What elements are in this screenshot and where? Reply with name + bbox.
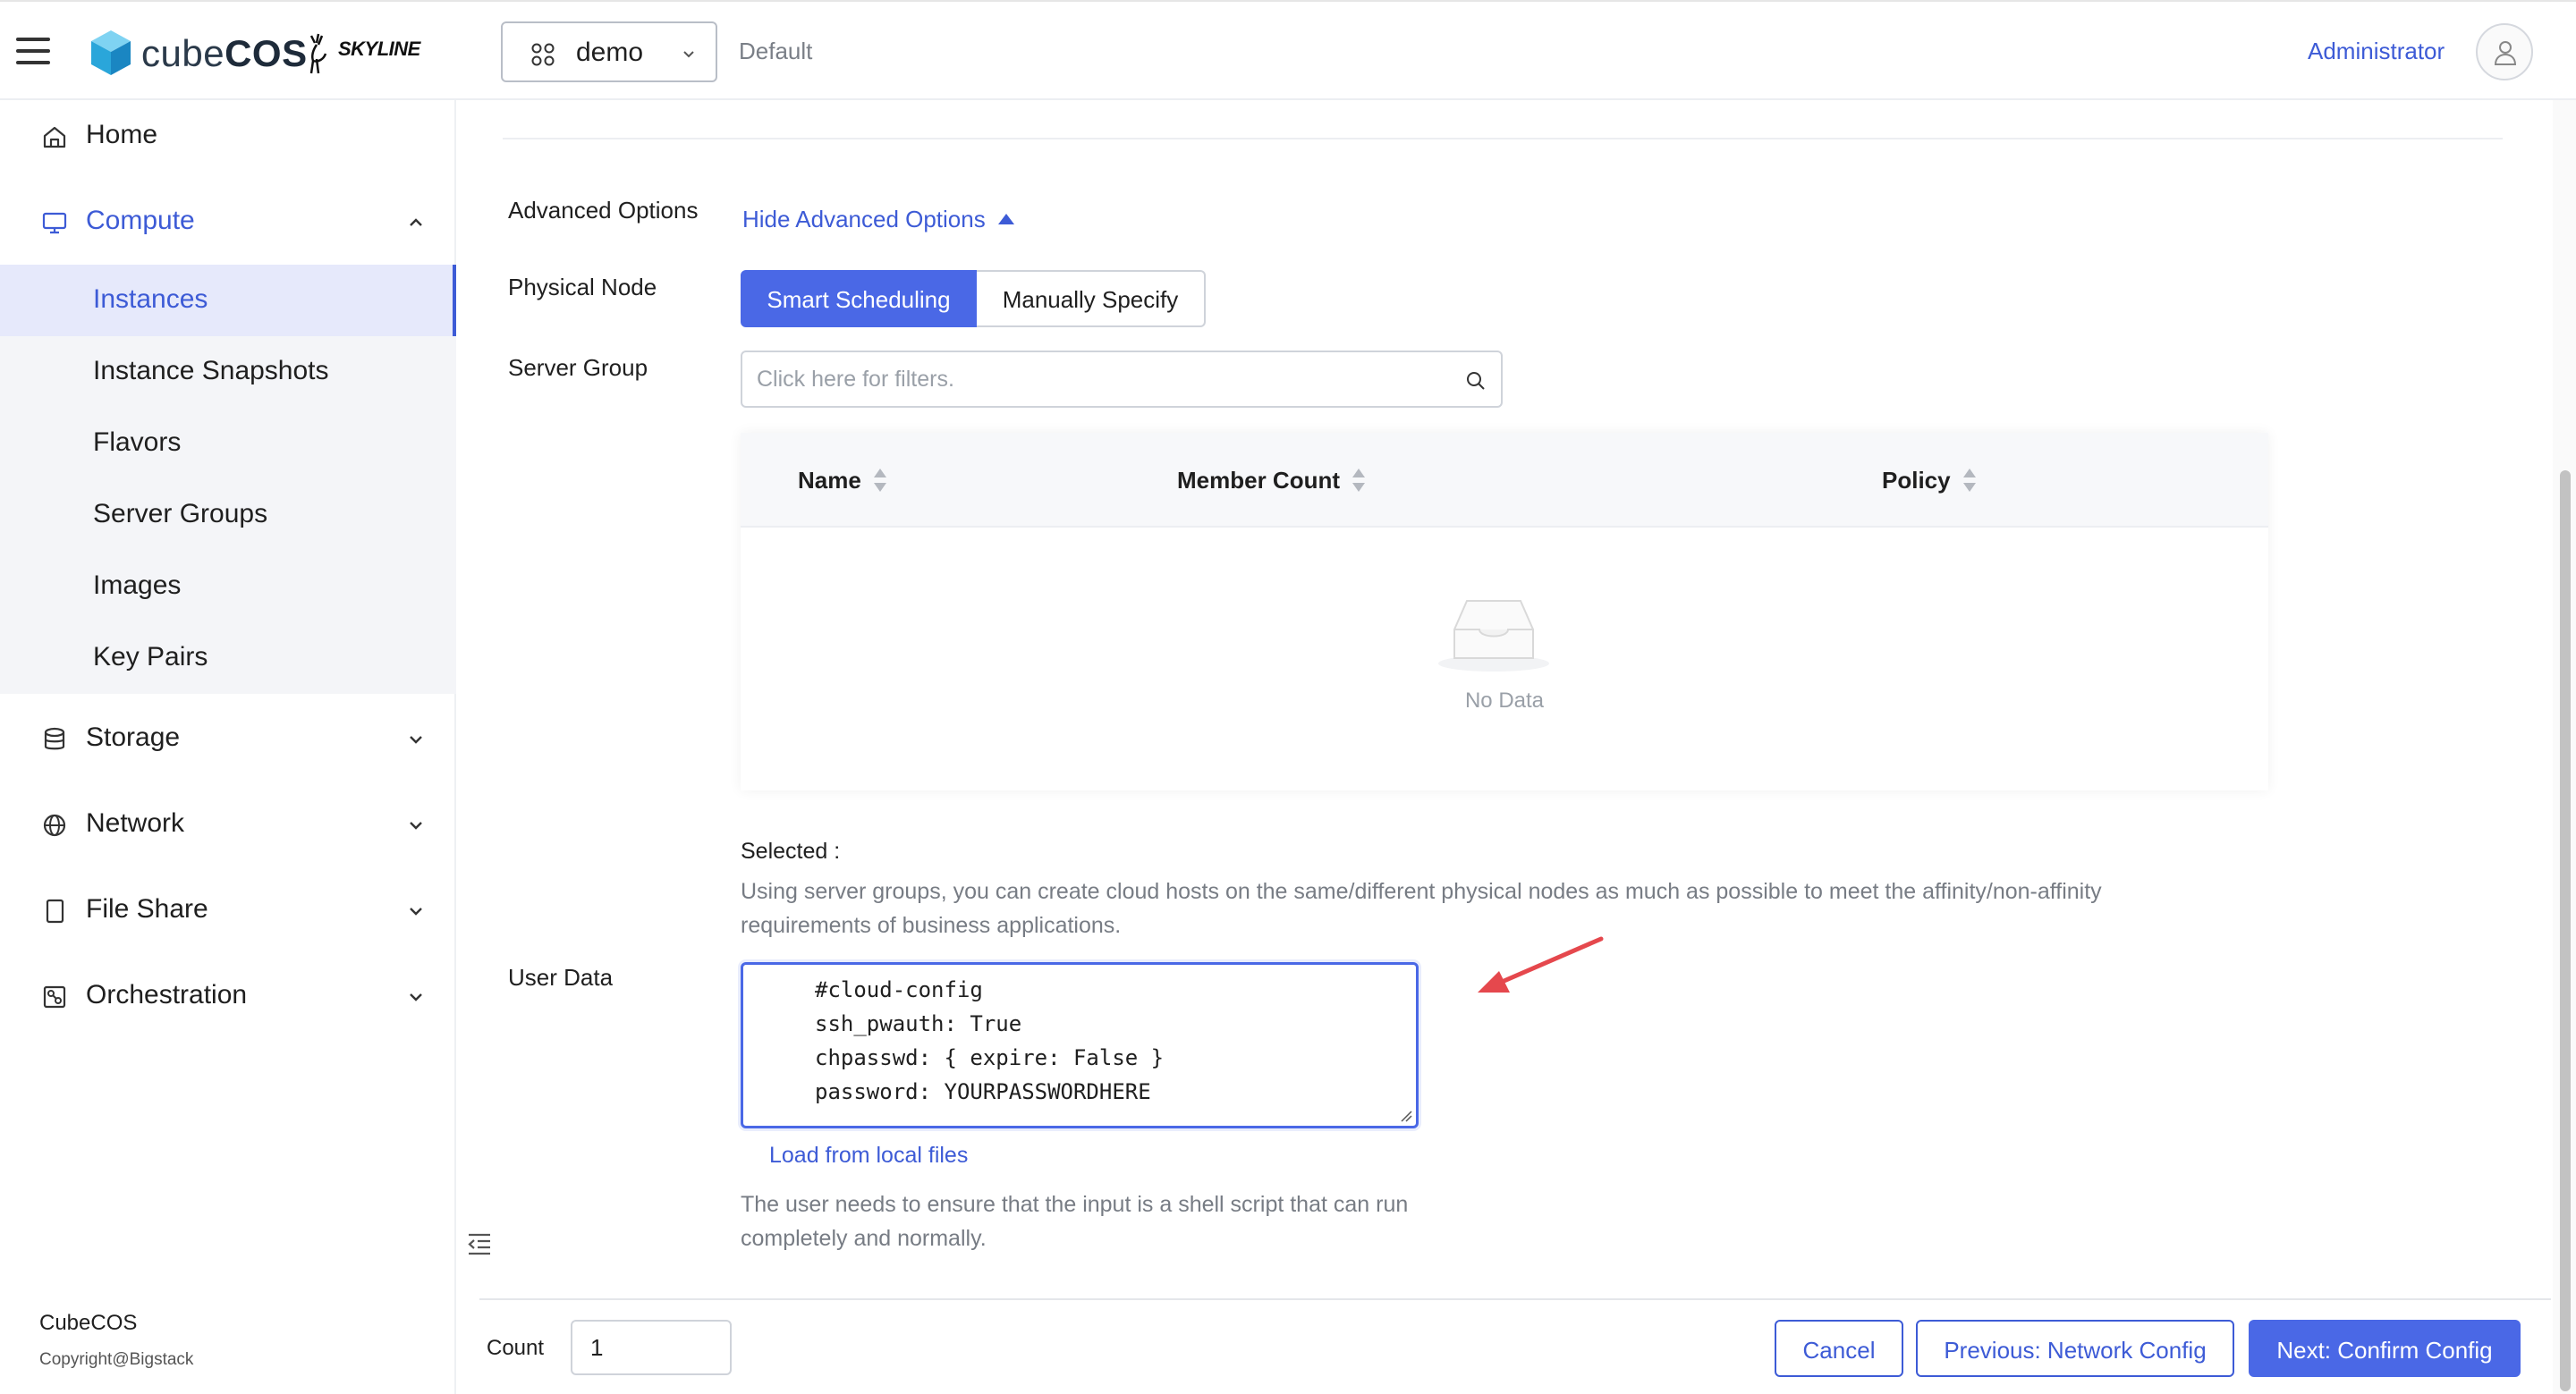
sidebar-item-orchestration[interactable]: Orchestration — [0, 960, 456, 1032]
server-group-label: Server Group — [508, 354, 648, 381]
sidebar-item-images[interactable]: Images — [0, 551, 456, 622]
sort-icon[interactable] — [1962, 469, 1976, 494]
advanced-options-label: Advanced Options — [508, 197, 699, 224]
footer-brand: CubeCOS — [39, 1311, 138, 1335]
sidebar-item-instances[interactable]: Instances — [0, 265, 456, 336]
chevron-down-icon — [410, 993, 422, 1001]
apps-grid-icon — [531, 43, 555, 66]
code-line: chpasswd: { expire: False } — [815, 1045, 1165, 1070]
sidebar: Home Compute Instances Instance Snapshot… — [0, 100, 456, 1394]
cube-logo-icon — [91, 30, 131, 75]
app-logo-text: cubeCOS — [141, 32, 308, 74]
scrollbar-thumb[interactable] — [2560, 470, 2571, 1391]
previous-network-config-button[interactable]: Previous: Network Config — [1916, 1320, 2234, 1377]
sidebar-item-file-share[interactable]: File Share — [0, 874, 456, 946]
section-divider — [503, 138, 2503, 139]
hide-advanced-options-link[interactable]: Hide Advanced Options — [742, 206, 1014, 233]
footer-divider — [479, 1298, 2551, 1300]
empty-state-text: No Data — [1464, 689, 1545, 713]
globe-icon — [43, 814, 66, 837]
load-from-local-files-link[interactable]: Load from local files — [769, 1143, 968, 1169]
user-data-help-text: The user needs to ensure that the input … — [741, 1192, 1409, 1251]
sidebar-item-storage[interactable]: Storage — [0, 703, 456, 774]
footer-copyright: Copyright@Bigstack — [39, 1350, 194, 1369]
domain-label: Default — [739, 38, 813, 64]
collapse-sidebar-icon[interactable] — [465, 1230, 494, 1257]
chevron-up-icon — [410, 218, 422, 226]
deer-icon — [309, 33, 327, 74]
project-name: demo — [576, 38, 644, 67]
home-icon — [43, 126, 66, 148]
column-header-policy[interactable]: Policy — [1882, 467, 1976, 494]
sidebar-item-server-groups[interactable]: Server Groups — [0, 479, 456, 551]
filter-placeholder: Click here for filters. — [757, 367, 954, 392]
chevron-down-icon — [410, 736, 422, 744]
chevron-down-icon — [410, 822, 422, 830]
sidebar-item-home[interactable]: Home — [0, 100, 456, 172]
count-input[interactable] — [571, 1320, 732, 1375]
resize-handle-icon[interactable] — [1400, 1110, 1412, 1122]
sort-icon[interactable] — [1352, 469, 1365, 494]
column-header-name[interactable]: Name — [798, 467, 886, 494]
sidebar-item-flavors[interactable]: Flavors — [0, 408, 456, 479]
server-group-table: Name Member Count Policy No Data — [741, 433, 2268, 790]
menu-icon[interactable] — [16, 38, 50, 64]
annotation-arrow-icon — [1478, 936, 1604, 993]
user-data-label: User Data — [508, 964, 614, 991]
smart-scheduling-button[interactable]: Smart Scheduling — [741, 270, 977, 327]
tablet-icon — [46, 899, 64, 924]
count-field[interactable] — [590, 1334, 716, 1362]
cancel-button[interactable]: Cancel — [1775, 1320, 1903, 1377]
user-name-link[interactable]: Administrator — [2308, 38, 2445, 65]
avatar[interactable] — [2476, 23, 2533, 80]
top-header: cubeCOS SKYLINE demo Default Administrat… — [0, 0, 2576, 100]
chevron-down-icon — [410, 908, 422, 916]
sidebar-item-key-pairs[interactable]: Key Pairs — [0, 622, 456, 694]
code-line: ssh_pwauth: True — [815, 1011, 1022, 1036]
manually-specify-button[interactable]: Manually Specify — [977, 270, 1206, 327]
next-confirm-config-button[interactable]: Next: Confirm Config — [2249, 1320, 2521, 1377]
column-header-member-count[interactable]: Member Count — [1177, 467, 1365, 494]
sidebar-item-instance-snapshots[interactable]: Instance Snapshots — [0, 336, 456, 408]
caret-up-icon — [997, 214, 1014, 224]
count-label: Count — [487, 1336, 545, 1360]
chevron-down-icon — [683, 51, 694, 58]
code-line: password: YOURPASSWORDHERE — [815, 1079, 1151, 1104]
table-header: Name Member Count Policy — [741, 433, 2268, 528]
orchestration-icon — [43, 985, 66, 1009]
user-icon — [2494, 41, 2517, 65]
monitor-icon — [42, 212, 67, 234]
page-scrollbar[interactable] — [2553, 100, 2576, 1394]
skyline-logo: SKYLINE — [304, 29, 429, 77]
database-icon — [44, 727, 65, 750]
sidebar-item-compute[interactable]: Compute — [0, 186, 456, 258]
code-line: #cloud-config — [815, 977, 983, 1002]
empty-inbox-icon — [1438, 600, 1549, 672]
server-group-filter-input[interactable]: Click here for filters. — [741, 351, 1503, 408]
compute-submenu: Instances Instance Snapshots Flavors Ser… — [0, 265, 456, 694]
search-icon — [1467, 372, 1485, 390]
sort-icon[interactable] — [873, 469, 886, 494]
user-data-textarea[interactable]: #cloud-config ssh_pwauth: True chpasswd:… — [741, 962, 1419, 1128]
physical-node-label: Physical Node — [508, 274, 657, 300]
sidebar-item-network[interactable]: Network — [0, 789, 456, 860]
selected-label: Selected : — [741, 839, 841, 864]
project-selector[interactable]: demo — [501, 21, 717, 82]
